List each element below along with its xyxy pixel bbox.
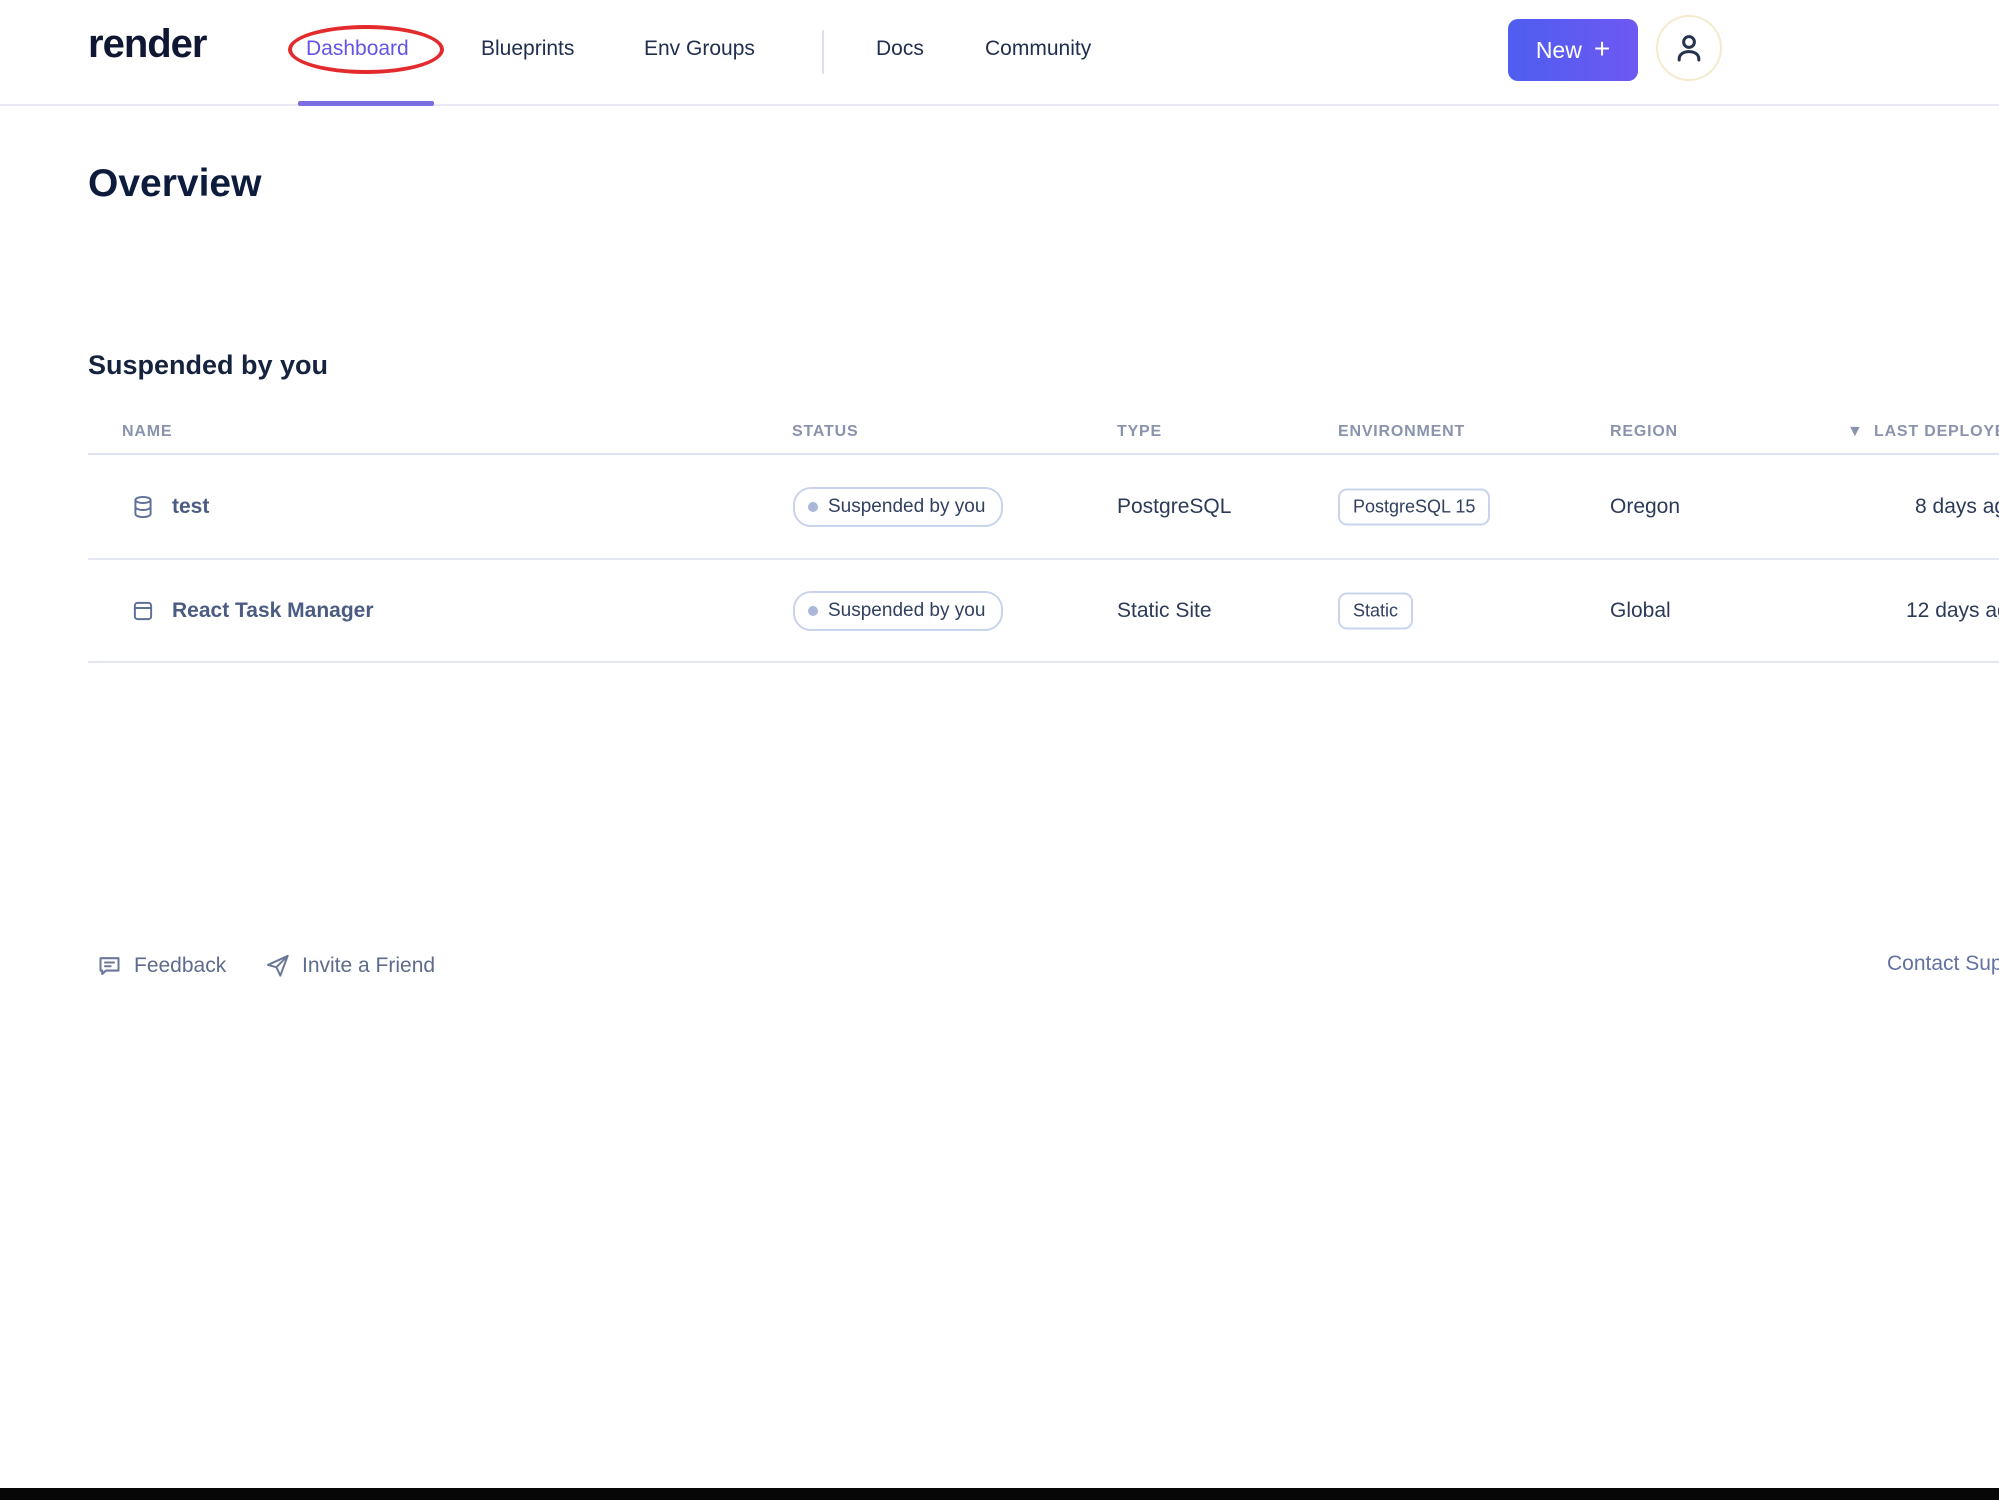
contact-support-link[interactable]: Contact Support bbox=[1887, 952, 1999, 976]
status-badge: Suspended by you bbox=[793, 590, 1004, 631]
status-cell: Suspended by you bbox=[793, 590, 1004, 631]
environment-badge: Static bbox=[1338, 592, 1414, 629]
status-cell: Suspended by you bbox=[793, 486, 1004, 527]
bottom-bar bbox=[0, 1488, 1999, 1500]
last-deployed-cell: 8 days ago bbox=[1915, 494, 1999, 518]
region-cell: Oregon bbox=[1610, 494, 1681, 518]
new-button[interactable]: New + bbox=[1508, 19, 1638, 81]
user-avatar[interactable] bbox=[1656, 15, 1722, 81]
person-icon bbox=[1670, 29, 1708, 67]
service-name-link[interactable]: React Task Manager bbox=[172, 599, 374, 623]
nav-item-env-groups[interactable]: Env Groups bbox=[644, 37, 755, 61]
active-tab-underline bbox=[298, 101, 434, 106]
column-header-region[interactable]: REGION bbox=[1610, 423, 1678, 441]
status-dot-icon bbox=[808, 501, 818, 512]
environment-badge: PostgreSQL 15 bbox=[1338, 488, 1491, 525]
column-header-type[interactable]: TYPE bbox=[1117, 423, 1162, 441]
contact-support-label: Contact Support bbox=[1887, 952, 1999, 975]
feedback-link[interactable]: Feedback bbox=[96, 952, 226, 979]
page-title: Overview bbox=[88, 162, 262, 205]
column-header-status[interactable]: STATUS bbox=[792, 423, 858, 441]
column-header-name[interactable]: NAME bbox=[122, 423, 172, 441]
render-logo[interactable]: render bbox=[88, 22, 207, 67]
table-row[interactable]: test Suspended by you PostgreSQL Postgre… bbox=[88, 455, 1999, 560]
type-cell: Static Site bbox=[1117, 598, 1212, 622]
environment-cell: PostgreSQL 15 bbox=[1338, 488, 1491, 525]
environment-cell: Static bbox=[1338, 592, 1414, 629]
status-badge: Suspended by you bbox=[793, 486, 1004, 527]
sort-descending-icon[interactable]: ▼ bbox=[1847, 423, 1864, 441]
nav-divider bbox=[822, 30, 824, 74]
static-site-icon bbox=[130, 598, 156, 624]
table-header: NAME STATUS TYPE ENVIRONMENT REGION ▼ LA… bbox=[88, 413, 1999, 455]
table-row[interactable]: React Task Manager Suspended by you Stat… bbox=[88, 560, 1999, 663]
nav-item-community[interactable]: Community bbox=[985, 37, 1091, 61]
nav-item-docs[interactable]: Docs bbox=[876, 37, 924, 61]
section-heading-suspended: Suspended by you bbox=[88, 350, 329, 380]
feedback-icon bbox=[96, 952, 123, 979]
plus-icon: + bbox=[1593, 33, 1611, 64]
column-header-last-deployed[interactable]: LAST DEPLOYED bbox=[1874, 423, 1999, 441]
new-button-label: New bbox=[1535, 36, 1582, 63]
status-dot-icon bbox=[808, 605, 818, 616]
paper-plane-icon bbox=[264, 952, 291, 979]
region-cell: Global bbox=[1610, 598, 1671, 622]
column-header-environment[interactable]: ENVIRONMENT bbox=[1338, 423, 1465, 441]
last-deployed-cell: 12 days ago bbox=[1906, 598, 1999, 622]
top-navigation: render Dashboard Blueprints Env Groups D… bbox=[0, 0, 1999, 106]
status-label: Suspended by you bbox=[828, 495, 986, 517]
feedback-label: Feedback bbox=[134, 953, 227, 977]
status-label: Suspended by you bbox=[828, 599, 986, 621]
invite-a-friend-link[interactable]: Invite a Friend bbox=[264, 952, 435, 979]
nav-item-blueprints[interactable]: Blueprints bbox=[481, 37, 574, 61]
invite-label: Invite a Friend bbox=[302, 953, 436, 977]
type-cell: PostgreSQL bbox=[1117, 494, 1232, 518]
nav-item-dashboard[interactable]: Dashboard bbox=[306, 37, 409, 61]
service-name-link[interactable]: test bbox=[172, 495, 209, 519]
database-icon bbox=[130, 494, 156, 520]
